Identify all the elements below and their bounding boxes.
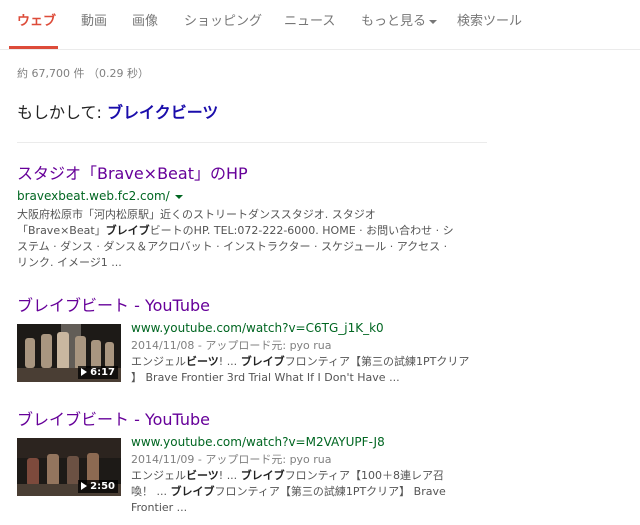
result-url-text: bravexbeat.web.fc2.com/: [17, 189, 170, 203]
play-icon: [81, 368, 88, 376]
video-thumbnail[interactable]: 6:17: [17, 324, 121, 382]
snippet-line: リンク. イメージ1 ...: [17, 256, 122, 269]
result-snippet: 大阪府松原市「河内松原駅」近くのストリートダンススタジオ. スタジオ 「Brav…: [17, 207, 454, 271]
snippet-text: フロンティア【第三の試練1PTクリア】 Brave: [214, 485, 446, 498]
snippet-text: エンジェル: [131, 469, 186, 482]
result-snippet: 2014/11/08 - アップロード元: pyo rua エンジェルビーツ! …: [131, 338, 469, 386]
snippet-line: 「Brave×Beat」ブレイブビートのHP. TEL:072-222-6000…: [17, 223, 454, 239]
result-url[interactable]: www.youtube.com/watch?v=C6TG_j1K_k0: [131, 321, 384, 336]
result-stats: 約 67,700 件 （0.29 秒）: [17, 67, 149, 80]
snippet-text: エンジェル: [131, 355, 186, 368]
tab-videos[interactable]: 動画: [81, 14, 107, 30]
result-snippet: 2014/11/09 - アップロード元: pyo rua エンジェルビーツ! …: [131, 452, 446, 516]
result-title[interactable]: スタジオ「Brave×Beat」のHP: [17, 164, 248, 184]
snippet-text: 「Brave×Beat」: [17, 224, 106, 237]
snippet-text: ! ...: [218, 355, 241, 368]
snippet-text: フロンティア【100＋8連レア召: [284, 469, 445, 482]
snippet-line: エンジェルビーツ! ... ブレイブフロンティア【100＋8連レア召: [131, 468, 446, 484]
snippet-highlight: ブレイブ: [240, 355, 285, 368]
snippet-text: 喚！ ...: [131, 485, 171, 498]
snippet-line: 喚！ ... ブレイブフロンティア【第三の試練1PTクリア】 Brave: [131, 484, 446, 500]
snippet-text: ! ...: [218, 469, 241, 482]
chevron-down-icon: [429, 19, 438, 24]
tab-search-tools[interactable]: 検索ツール: [457, 14, 522, 30]
result-title[interactable]: ブレイブビート - YouTube: [17, 410, 210, 430]
did-you-mean: もしかして: ブレイクビーツ: [17, 99, 218, 123]
tab-more-label: もっと見る: [361, 14, 427, 29]
snippet-highlight: ブレイブ: [170, 485, 215, 498]
tab-more[interactable]: もっと見る: [361, 14, 438, 30]
active-tab-indicator: [9, 46, 58, 49]
divider: [17, 142, 487, 143]
result-url[interactable]: www.youtube.com/watch?v=M2VAYUPF-J8: [131, 435, 385, 450]
snippet-text: フロンティア【第三の試練1PTクリア: [284, 355, 470, 368]
play-icon: [81, 482, 88, 490]
snippet-line: ステム · ダンス · ダンス＆アクロバット · インストラクター · スケジュ…: [17, 240, 448, 253]
did-you-mean-suggestion[interactable]: ブレイクビーツ: [107, 103, 218, 122]
tab-shopping[interactable]: ショッピング: [184, 14, 262, 30]
did-you-mean-prefix: もしかして:: [17, 103, 102, 122]
tab-web[interactable]: ウェブ: [17, 14, 56, 30]
result-url[interactable]: bravexbeat.web.fc2.com/: [17, 189, 183, 204]
upload-meta: 2014/11/08 - アップロード元: pyo rua: [131, 339, 332, 352]
snippet-text: ビートのHP. TEL:072-222-6000. HOME · お問い合わせ …: [149, 224, 454, 237]
video-duration: 2:50: [78, 480, 118, 493]
snippet-line: エンジェルビーツ! ... ブレイブフロンティア【第三の試練1PTクリア: [131, 354, 469, 370]
triangle-down-icon[interactable]: [174, 194, 183, 199]
snippet-highlight: ブレイブ: [240, 469, 285, 482]
snippet-line: Frontier ...: [131, 501, 188, 514]
tab-images[interactable]: 画像: [132, 14, 158, 30]
snippet-highlight: ビーツ: [186, 355, 219, 368]
video-duration: 6:17: [78, 366, 118, 379]
snippet-highlight: ビーツ: [186, 469, 219, 482]
snippet-line: 】 Brave Frontier 3rd Trial What If I Don…: [131, 371, 400, 384]
snippet-highlight: ブレイブ: [105, 224, 150, 237]
search-tabs: ウェブ 動画 画像 ショッピング ニュース もっと見る 検索ツール: [0, 0, 640, 50]
tab-news[interactable]: ニュース: [284, 14, 335, 30]
video-thumbnail[interactable]: 2:50: [17, 438, 121, 496]
upload-meta: 2014/11/09 - アップロード元: pyo rua: [131, 453, 332, 466]
snippet-line: 大阪府松原市「河内松原駅」近くのストリートダンススタジオ. スタジオ: [17, 208, 376, 221]
result-title[interactable]: ブレイブビート - YouTube: [17, 296, 210, 316]
